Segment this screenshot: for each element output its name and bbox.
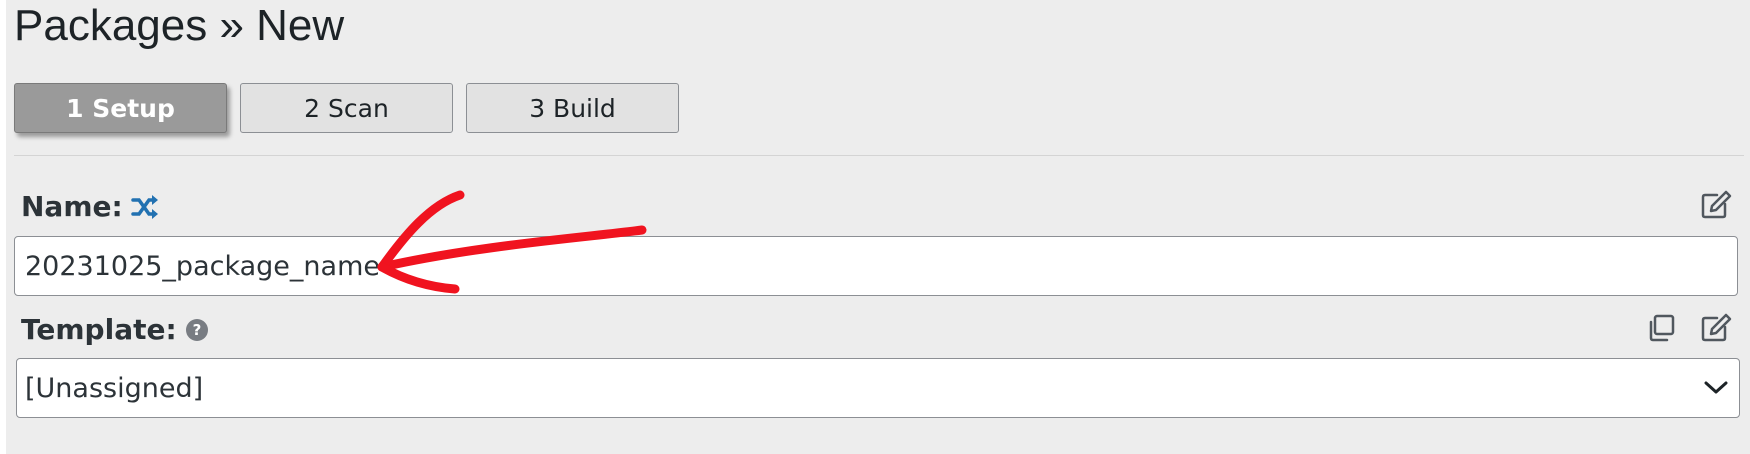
shuffle-icon[interactable]: [130, 194, 159, 220]
step-build-button[interactable]: 3 Build: [466, 83, 679, 133]
name-actions: [1700, 190, 1732, 220]
template-label-row: Template: ?: [21, 313, 209, 346]
step-scan-button[interactable]: 2 Scan: [240, 83, 453, 133]
copy-icon[interactable]: [1646, 313, 1676, 343]
chevron-down-icon: [1703, 380, 1729, 396]
svg-text:?: ?: [192, 321, 201, 339]
template-selected-value: [Unassigned]: [25, 372, 204, 404]
template-actions: [1646, 313, 1732, 343]
template-label: Template:: [21, 313, 177, 346]
page-title: Packages » New: [14, 1, 345, 50]
wizard-steps: 1 Setup 2 Scan 3 Build: [14, 83, 679, 133]
template-select[interactable]: [Unassigned]: [16, 358, 1740, 418]
name-label-row: Name:: [21, 190, 159, 223]
help-icon[interactable]: ?: [185, 318, 209, 342]
edit-icon[interactable]: [1700, 313, 1732, 343]
step-setup-button[interactable]: 1 Setup: [14, 83, 227, 133]
name-label: Name:: [21, 190, 123, 223]
divider: [14, 155, 1744, 156]
package-name-input[interactable]: [14, 236, 1738, 296]
edit-icon[interactable]: [1700, 190, 1732, 220]
